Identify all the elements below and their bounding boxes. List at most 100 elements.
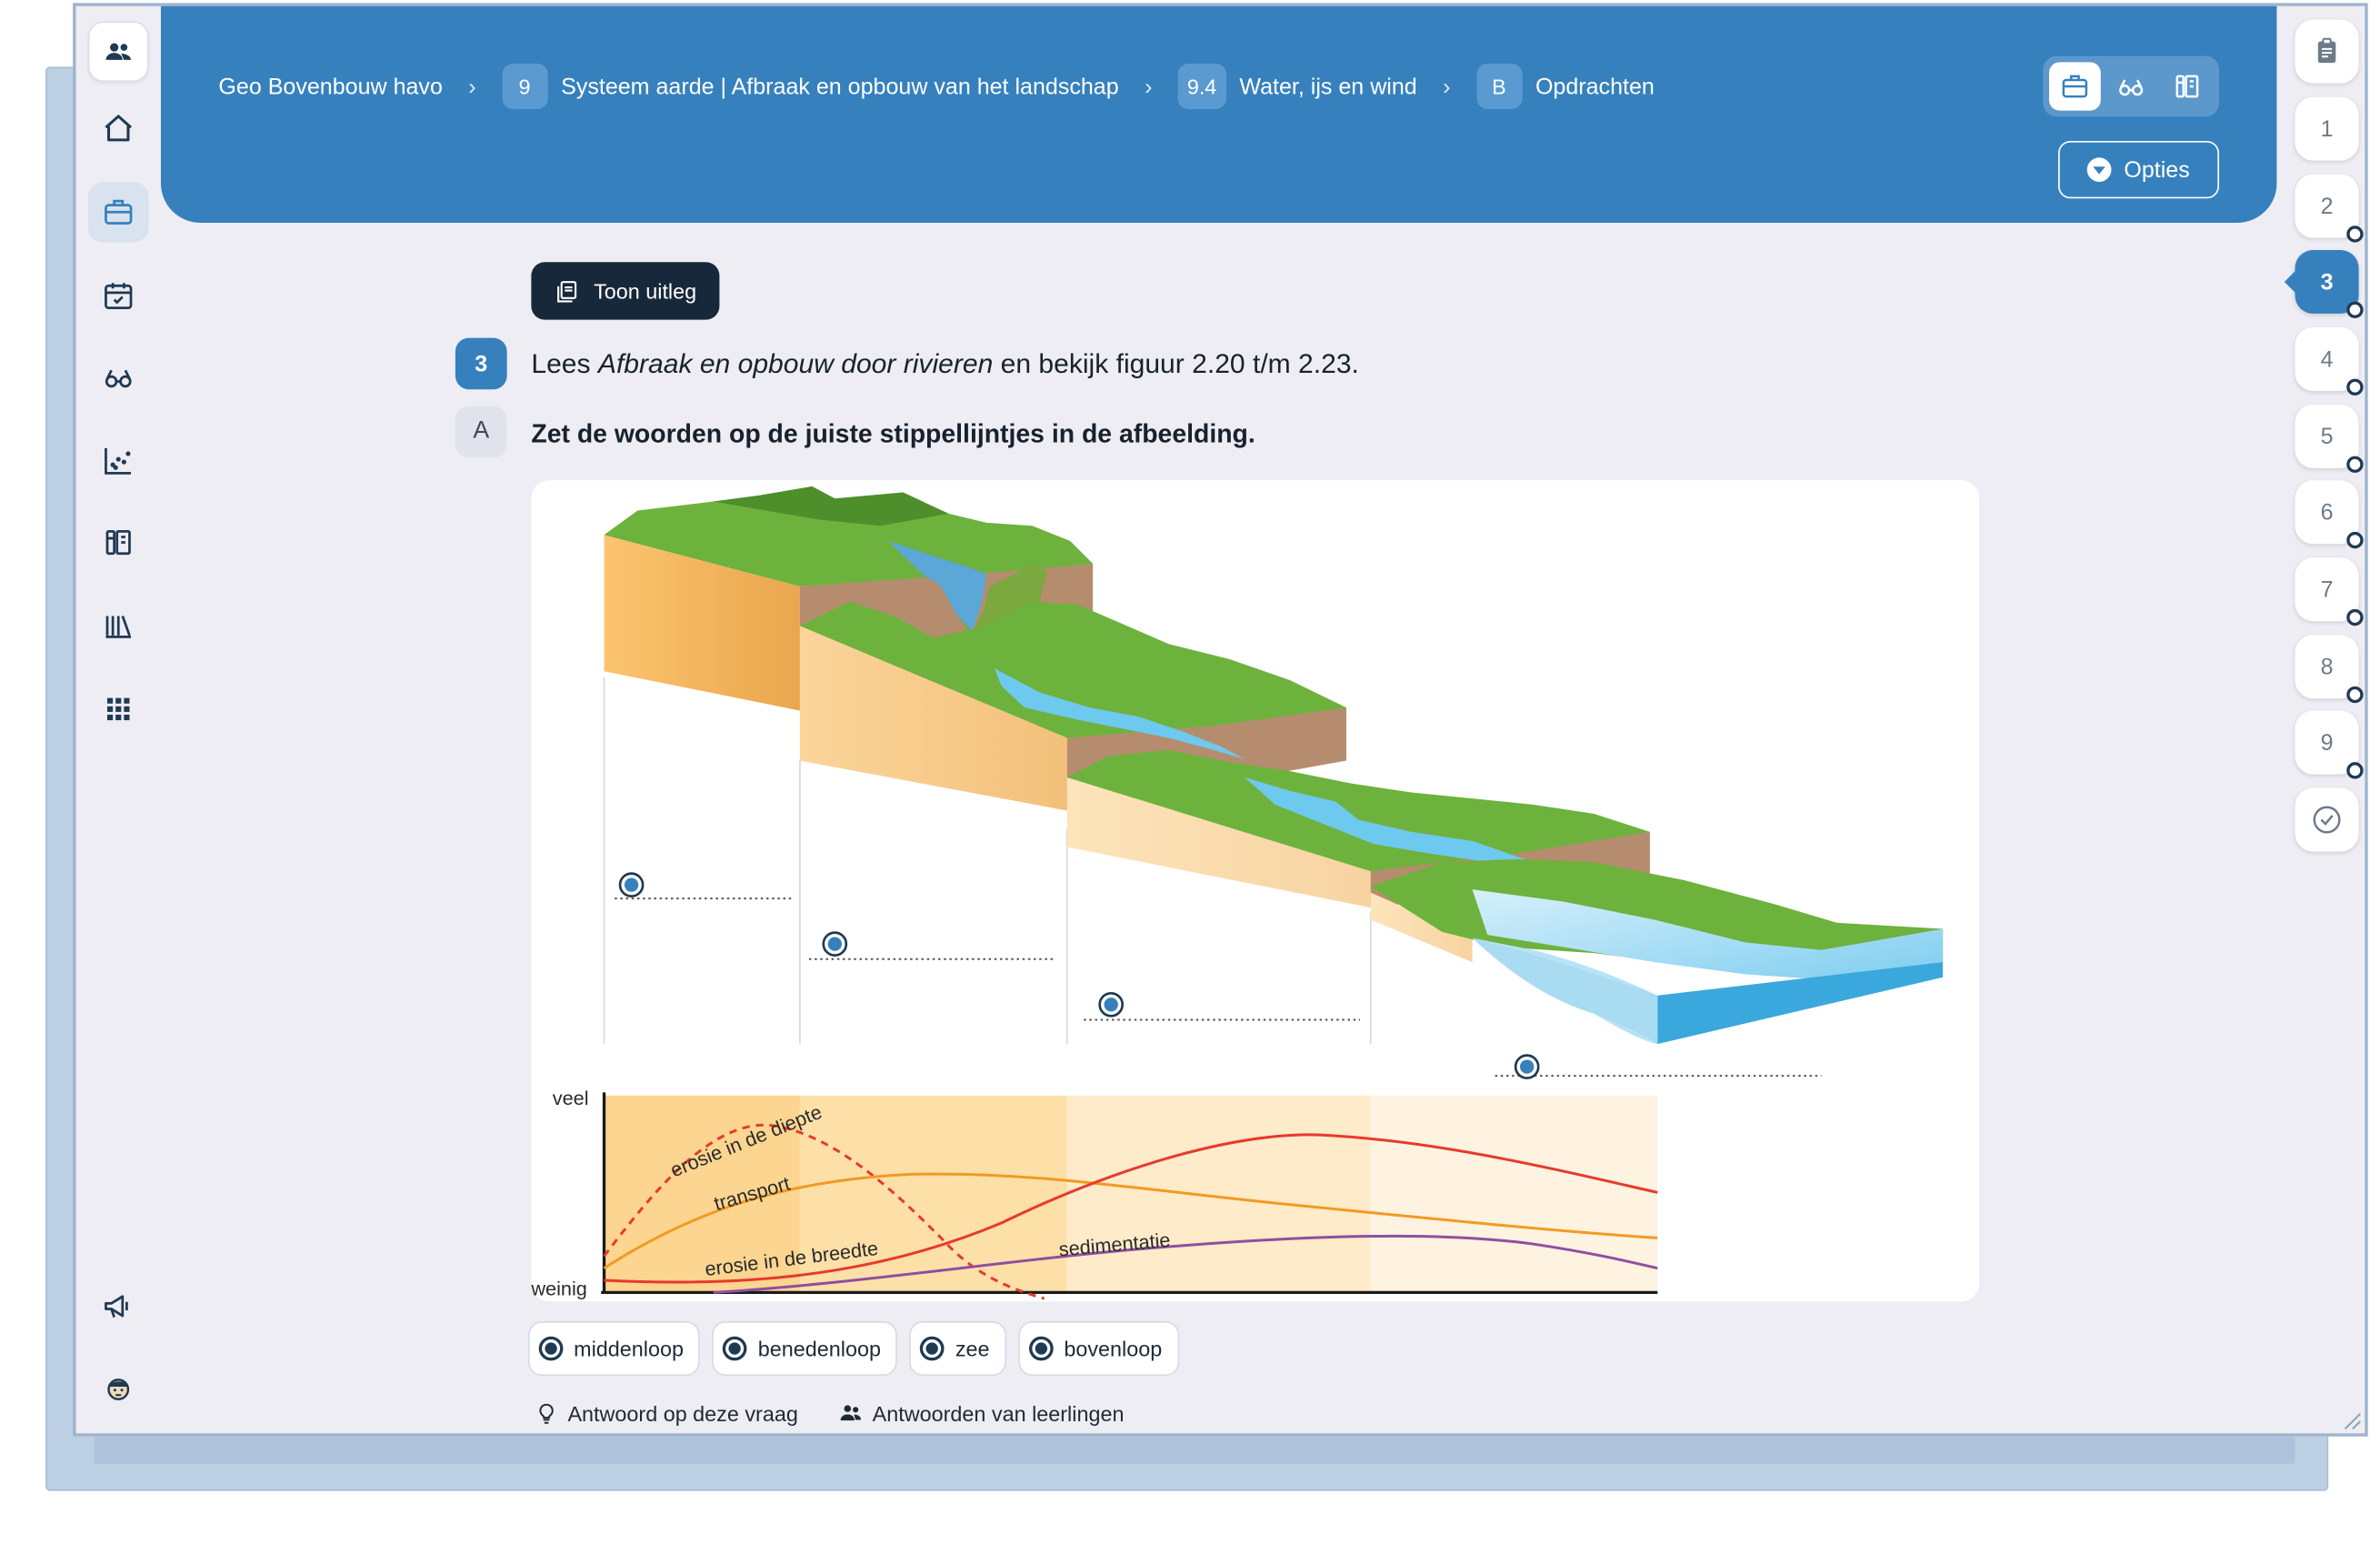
breadcrumb-section[interactable]: Water, ijs en wind — [1239, 74, 1416, 99]
view-toggle — [2043, 55, 2220, 117]
answer-chip[interactable]: middenloop — [528, 1321, 701, 1377]
question-nav-item[interactable]: 7 — [2295, 557, 2364, 627]
question-nav-item[interactable]: 8 — [2295, 635, 2364, 704]
megaphone-icon[interactable] — [88, 1276, 149, 1337]
status-dot-icon — [2346, 762, 2364, 779]
status-dot-icon — [2346, 226, 2364, 243]
question-nav-item[interactable]: 1 — [2295, 96, 2359, 161]
header-bar: Geo Bovenbouw havo › 9 Systeem aarde | A… — [160, 5, 2277, 223]
book-stack-icon[interactable] — [2162, 62, 2214, 110]
breadcrumb-part-number: B — [1475, 63, 1522, 109]
breadcrumb-separator: › — [1443, 73, 1451, 100]
briefcase-icon[interactable] — [2049, 62, 2101, 111]
breadcrumb-separator: › — [1145, 73, 1153, 100]
river-landscape-figure: veel weinig erosie in de diepte transpor… — [530, 480, 1980, 1302]
breadcrumb-section-number: 9.4 — [1177, 63, 1226, 109]
breadcrumb-separator: › — [468, 73, 476, 100]
book-icon — [557, 280, 577, 302]
breadcrumb-course[interactable]: Geo Bovenbouw havo — [218, 74, 442, 99]
answer-chip[interactable]: zee — [909, 1321, 1006, 1377]
book-stack-icon[interactable] — [88, 512, 149, 573]
users-icon — [840, 1405, 861, 1421]
status-dot-icon — [2346, 608, 2364, 627]
left-sidebar — [75, 6, 160, 1434]
question-text-prefix: Lees — [531, 348, 598, 379]
question-nav: 1 2 3 4 5 6 7 8 9 — [2284, 6, 2365, 1434]
show-explanation-label: Toon uitleg — [594, 278, 697, 304]
status-dot-icon — [2346, 686, 2364, 704]
status-dot-icon — [2346, 378, 2364, 396]
drag-handle-icon — [723, 1336, 748, 1361]
glasses-icon[interactable] — [2105, 62, 2157, 110]
answer-chip-label: zee — [955, 1336, 990, 1361]
drop-target-1[interactable] — [615, 872, 793, 900]
bottom-links: Antwoord op deze vraag Antwoorden van le… — [535, 1400, 1124, 1426]
question-nav-number: 2 — [2320, 193, 2334, 219]
question-nav-number: 9 — [2320, 729, 2334, 756]
library-icon[interactable] — [88, 596, 149, 657]
question-number-badge: 3 — [455, 337, 507, 390]
question-nav-number: 5 — [2320, 423, 2334, 450]
subquestion-instruction: Zet de woorden op de juiste stippellijnt… — [531, 419, 1255, 449]
answer-chip-label: bovenloop — [1064, 1336, 1163, 1361]
drop-target-2[interactable] — [808, 931, 1054, 960]
chevron-down-icon — [2087, 157, 2112, 182]
status-dot-icon — [2346, 456, 2364, 473]
question-text: Lees Afbraak en opbouw door rivieren en … — [531, 348, 1359, 380]
student-answers-label: Antwoorden van leerlingen — [872, 1400, 1125, 1426]
subquestion-badge: A — [455, 406, 507, 458]
landscape-block-mouth — [1370, 858, 1944, 1045]
answer-link[interactable]: Antwoord op deze vraag — [535, 1400, 798, 1426]
question-nav-number: 8 — [2320, 654, 2334, 680]
drag-handle-icon — [920, 1336, 945, 1361]
answer-link-label: Antwoord op deze vraag — [567, 1400, 798, 1426]
check-circle-icon[interactable] — [2295, 787, 2359, 852]
question-nav-item[interactable]: 2 — [2295, 174, 2364, 243]
question-nav-number: 7 — [2320, 576, 2334, 603]
clipboard-icon[interactable] — [2295, 19, 2359, 84]
breadcrumb: Geo Bovenbouw havo › 9 Systeem aarde | A… — [218, 63, 1655, 109]
app-window: Geo Bovenbouw havo › 9 Systeem aarde | A… — [73, 3, 2368, 1437]
answer-chip[interactable]: bovenloop — [1018, 1321, 1179, 1377]
question-nav-item[interactable]: 6 — [2295, 480, 2364, 549]
answer-chip-label: benedenloop — [757, 1336, 882, 1361]
drag-handle-icon — [538, 1336, 564, 1361]
answer-chip[interactable]: benedenloop — [712, 1321, 898, 1377]
calendar-check-icon[interactable] — [88, 266, 149, 326]
breadcrumb-chapter-number: 9 — [501, 63, 548, 109]
student-answers-link[interactable]: Antwoorden van leerlingen — [837, 1400, 1124, 1426]
axis-label-high: veel — [553, 1087, 589, 1109]
question-nav-item[interactable]: 4 — [2295, 326, 2364, 396]
drag-handle-icon — [1028, 1336, 1054, 1361]
answer-chip-list: middenloop benedenloop zee bovenloop — [528, 1321, 1179, 1377]
home-icon[interactable] — [88, 98, 149, 159]
resize-grip-icon[interactable] — [2341, 1409, 2362, 1430]
drop-target-3[interactable] — [1084, 991, 1360, 1021]
question-nav-item[interactable]: 9 — [2295, 710, 2364, 779]
options-button[interactable]: Opties — [2058, 140, 2220, 199]
show-explanation-button[interactable]: Toon uitleg — [531, 262, 720, 320]
question-text-suffix: en bekijk figuur 2.20 t/m 2.23. — [993, 348, 1359, 379]
breadcrumb-chapter[interactable]: Systeem aarde | Afbraak en opbouw van he… — [561, 74, 1119, 99]
briefcase-icon[interactable] — [87, 181, 149, 243]
answer-chip-label: middenloop — [574, 1336, 684, 1361]
chart-icon[interactable] — [88, 430, 149, 491]
glasses-icon[interactable] — [88, 347, 149, 408]
axis-label-low: weinig — [531, 1278, 587, 1300]
question-nav-number: 6 — [2320, 499, 2334, 526]
grid-icon[interactable] — [88, 679, 149, 740]
question-text-reference: Afbraak en opbouw door rivieren — [597, 348, 994, 379]
question-nav-item-active[interactable]: 3 — [2284, 249, 2364, 318]
student-avatar-icon[interactable] — [88, 1359, 149, 1420]
status-dot-icon — [2346, 301, 2364, 318]
process-graph: veel weinig erosie in de diepte transpor… — [530, 1087, 1658, 1300]
lightbulb-icon — [539, 1402, 554, 1423]
question-nav-number: 4 — [2320, 346, 2334, 373]
status-dot-icon — [2346, 531, 2364, 549]
avatar-group-icon[interactable] — [87, 21, 149, 82]
drop-target-4[interactable] — [1495, 1054, 1822, 1079]
question-nav-item[interactable]: 5 — [2295, 404, 2364, 473]
question-nav-number: 3 — [2320, 268, 2334, 296]
options-label: Opties — [2124, 156, 2190, 183]
breadcrumb-part[interactable]: Opdrachten — [1535, 74, 1655, 99]
